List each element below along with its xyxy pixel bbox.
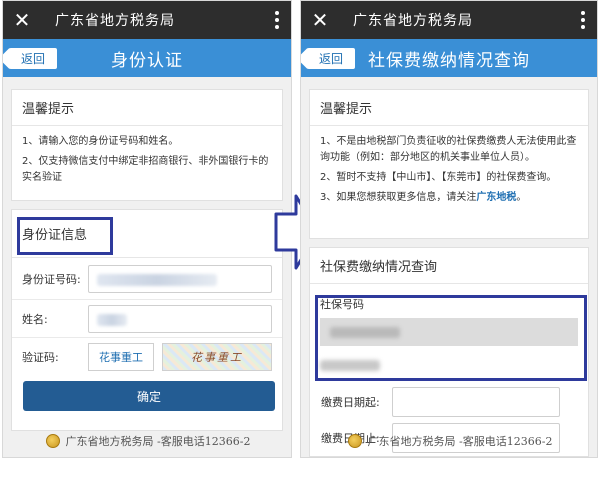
footer-text: 广东省地方税务局 -客服电话12366-2 xyxy=(65,435,251,448)
captcha-image[interactable]: 花事重工 xyxy=(162,343,272,371)
tax-bureau-logo-icon xyxy=(347,434,362,448)
navbar: 返回 社保费缴纳情况查询 xyxy=(301,39,597,77)
start-date-input[interactable] xyxy=(391,387,560,417)
titlebar: ✕ 广东省地方税务局 xyxy=(301,1,597,39)
start-date-label: 缴费日期起: xyxy=(321,396,380,409)
page-title: 社保费缴纳情况查询 xyxy=(368,50,530,71)
tip-item: 3、如果您想获取更多信息，请关注广东地税。 xyxy=(320,192,527,203)
page-title: 身份认证 xyxy=(111,50,183,71)
back-button[interactable]: 返回 xyxy=(9,48,57,69)
tips-card: 温馨提示 1、不是由地税部门负责征收的社保费缴费人无法使用此查询功能（例如：部分… xyxy=(309,89,589,239)
navbar: 返回 身份认证 xyxy=(3,39,291,77)
window-title: 广东省地方税务局 xyxy=(55,13,175,29)
close-icon[interactable]: ✕ xyxy=(3,1,41,39)
tip-item: 2、暂时不支持【中山市】、【东莞市】的社保费查询。 xyxy=(320,172,557,183)
titlebar: ✕ 广东省地方税务局 xyxy=(3,1,291,39)
query-heading: 社保费缴纳情况查询 xyxy=(310,248,588,284)
tips-heading: 温馨提示 xyxy=(12,90,282,126)
more-options-icon[interactable] xyxy=(575,1,591,39)
start-date-row: 缴费日期起: xyxy=(321,387,560,417)
footer-text: 广东省地方税务局 -客服电话12366-2 xyxy=(367,435,553,448)
captcha-input[interactable]: 花事重工 xyxy=(88,343,154,371)
id-number-label: 身份证号码: xyxy=(22,272,81,286)
footer: 广东省地方税务局 -客服电话12366-2 xyxy=(301,431,597,451)
id-number-input[interactable] xyxy=(88,264,272,293)
name-label: 姓名: xyxy=(22,312,48,326)
confirm-button[interactable]: 确定 xyxy=(23,381,275,411)
tip-item: 1、请输入您的身份证号码和姓名。 xyxy=(22,136,179,147)
name-input[interactable] xyxy=(88,304,272,333)
tip-item: 1、不是由地税部门负责征收的社保费缴费人无法使用此查询功能（例如：部分地区的机关… xyxy=(320,136,577,163)
tip-item: 2、仅支持微信支付中绑定非招商银行、非外国银行卡的实名验证 xyxy=(22,156,269,183)
more-options-icon[interactable] xyxy=(269,1,285,39)
social-security-query-screen: ✕ 广东省地方税务局 返回 社保费缴纳情况查询 温馨提示 1、不是由地税部门负责… xyxy=(300,0,598,458)
footer: 广东省地方税务局 -客服电话12366-2 xyxy=(3,431,291,451)
identity-verification-screen: ✕ 广东省地方税务局 返回 身份认证 温馨提示 1、请输入您的身份证号码和姓名。… xyxy=(2,0,292,458)
close-icon[interactable]: ✕ xyxy=(301,1,339,39)
tips-card: 温馨提示 1、请输入您的身份证号码和姓名。 2、仅支持微信支付中绑定非招商银行、… xyxy=(11,89,283,201)
captcha-label: 验证码: xyxy=(22,351,59,364)
tips-heading: 温馨提示 xyxy=(310,90,588,126)
highlight-box xyxy=(315,295,587,381)
tax-bureau-logo-icon xyxy=(45,434,60,448)
back-button[interactable]: 返回 xyxy=(307,48,355,69)
guangdong-tax-link[interactable]: 广东地税 xyxy=(476,192,516,203)
window-title: 广东省地方税务局 xyxy=(353,13,473,29)
highlight-box xyxy=(17,217,113,255)
